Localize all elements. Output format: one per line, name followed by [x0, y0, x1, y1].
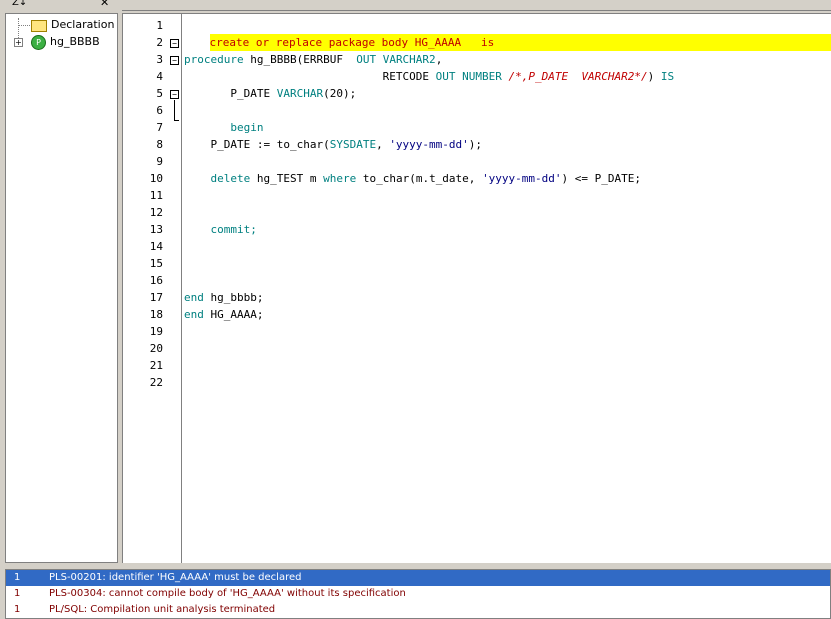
code-text: (20);: [323, 87, 357, 100]
code-text: to_char(m.t_date,: [356, 172, 483, 185]
line-number: 14: [149, 240, 163, 253]
code-text: P_DATE: [184, 87, 277, 100]
code-keyword: VARCHAR: [276, 87, 324, 100]
code-text: ) <= P_DATE;: [561, 172, 642, 185]
code-text: ,: [435, 53, 443, 66]
code-line-4: RETCODE OUT NUMBER /*,P_DATE VARCHAR2*/)…: [184, 68, 674, 85]
code-text: hg_BBBB(ERRBUF: [243, 53, 357, 66]
error-message: PL/SQL: Compilation unit analysis termin…: [49, 604, 276, 615]
error-line-number: 1: [14, 572, 21, 583]
line-number: 4: [156, 70, 163, 83]
code-text: P_DATE := to_char(: [184, 138, 330, 151]
code-editor[interactable]: 1 2 3 4 5 6 7 8 9 10 11 12 13 14 15 16 17 18 19 20 21 22 − − …: [122, 13, 831, 563]
code-keyword: end: [184, 308, 204, 321]
code-text: HG_AAAA;: [203, 308, 264, 321]
line-number: 9: [156, 155, 163, 168]
code-text: hg_TEST m: [250, 172, 324, 185]
line-number: 13: [149, 223, 163, 236]
line-number: 7: [156, 121, 163, 134]
gutter-divider: [181, 14, 182, 563]
code-keyword: OUT NUMBER: [435, 70, 502, 83]
line-number: 16: [149, 274, 163, 287]
line-number: 19: [149, 325, 163, 338]
line-number: 18: [149, 308, 163, 321]
code-line-10: delete hg_TEST m where to_char(m.t_date,…: [184, 170, 641, 187]
line-number: 15: [149, 257, 163, 270]
fold-toggle-icon[interactable]: −: [170, 56, 179, 65]
code-line-8: P_DATE := to_char(SYSDATE, 'yyyy-mm-dd')…: [184, 136, 482, 153]
code-comment: /*,P_DATE VARCHAR2*/: [501, 70, 648, 83]
error-row-selected[interactable]: 1 PLS-00201: identifier 'HG_AAAA' must b…: [6, 570, 830, 586]
editor-top-strip: [122, 0, 831, 11]
sort-toggle-button[interactable]: Z↓: [12, 0, 27, 8]
close-icon[interactable]: ✕: [100, 0, 109, 9]
package-procedure-icon: P: [31, 35, 46, 50]
code-text: hg_bbbb;: [203, 291, 264, 304]
line-number: 22: [149, 376, 163, 389]
code-keyword: end: [184, 291, 204, 304]
code-line-7: begin: [184, 121, 264, 134]
line-number: 8: [156, 138, 163, 151]
code-string: 'yyyy-mm-dd': [389, 138, 469, 151]
tree-item-label: Declaration: [51, 18, 115, 31]
line-number: 3: [156, 53, 163, 66]
code-text: ,: [376, 138, 390, 151]
code-keyword: SYSDATE: [329, 138, 377, 151]
line-number: 12: [149, 206, 163, 219]
fold-guide: [174, 120, 179, 121]
fold-toggle-icon[interactable]: −: [170, 39, 179, 48]
line-number: 21: [149, 359, 163, 372]
line-number: 5: [156, 87, 163, 100]
line-number: 20: [149, 342, 163, 355]
code-string: 'yyyy-mm-dd': [482, 172, 562, 185]
error-row[interactable]: 1 PLS-00304: cannot compile body of 'HG_…: [6, 586, 830, 602]
line-number: 6: [156, 104, 163, 117]
line-number: 11: [149, 189, 163, 202]
code-line-17: end hg_bbbb;: [184, 289, 263, 306]
fold-guide: [174, 100, 175, 120]
code-keyword: procedure: [184, 53, 244, 66]
tree-item-label: hg_BBBB: [50, 35, 100, 48]
line-number: 17: [149, 291, 163, 304]
code-keyword: delete: [184, 172, 251, 185]
object-tree-panel: Declaration + P hg_BBBB: [5, 13, 118, 563]
code-text: create or replace package body HG_AAAA i…: [209, 34, 831, 51]
error-row[interactable]: 1 PL/SQL: Compilation unit analysis term…: [6, 602, 830, 618]
fold-toggle-icon[interactable]: −: [170, 90, 179, 99]
compiler-errors-list: 1 PLS-00201: identifier 'HG_AAAA' must b…: [5, 569, 831, 619]
code-line-5: P_DATE VARCHAR(20);: [184, 85, 356, 102]
expand-icon[interactable]: +: [14, 38, 23, 47]
code-keyword: IS: [660, 70, 675, 83]
line-number: 2: [156, 36, 163, 49]
folder-icon: [31, 20, 47, 32]
code-line-3: procedure hg_BBBB(ERRBUF OUT VARCHAR2,: [184, 51, 442, 68]
error-message: PLS-00304: cannot compile body of 'HG_AA…: [49, 588, 406, 599]
tree-connector: [18, 25, 30, 26]
line-number: 10: [149, 172, 163, 185]
code-text: );: [468, 138, 483, 151]
code-line-18: end HG_AAAA;: [184, 306, 263, 323]
left-panel-header: Z↓ ✕: [0, 0, 120, 10]
code-text: ): [647, 70, 661, 83]
code-line-1: create or replace package body HG_AAAA i…: [183, 17, 831, 51]
error-message: PLS-00201: identifier 'HG_AAAA' must be …: [49, 572, 302, 583]
line-number: 1: [156, 19, 163, 32]
code-keyword: OUT VARCHAR2: [356, 53, 436, 66]
error-line-number: 1: [14, 588, 21, 599]
error-line-number: 1: [14, 604, 21, 615]
code-line-13: commit;: [184, 223, 257, 236]
code-keyword: where: [323, 172, 357, 185]
code-text: RETCODE: [184, 70, 436, 83]
